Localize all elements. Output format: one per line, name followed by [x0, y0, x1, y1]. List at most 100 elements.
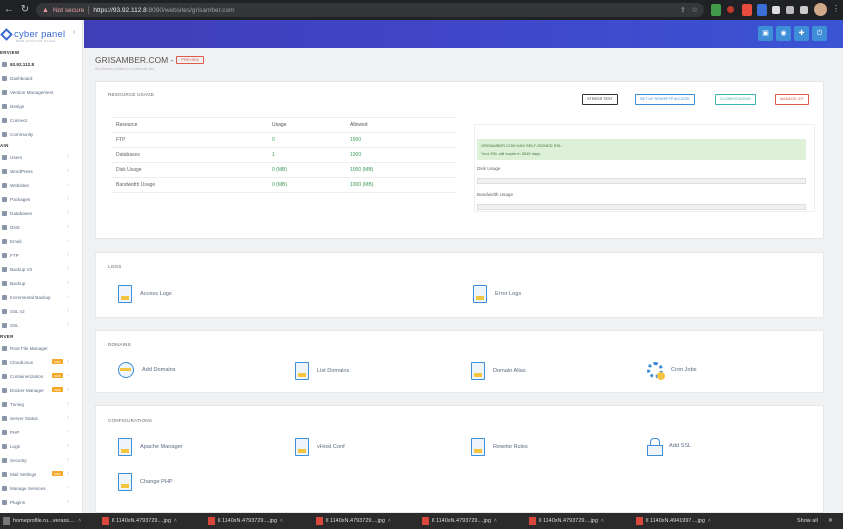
chevron-up-icon[interactable]: ˄	[388, 518, 391, 524]
sidebar-item-root-file-manager[interactable]: Root File Manager	[0, 341, 82, 355]
sidebar-item-tuning[interactable]: Tuning ›	[0, 397, 82, 411]
sidebar-item-label: Websites	[10, 182, 29, 188]
sidebar-item-ip[interactable]: 93.92.112.8	[0, 57, 82, 71]
download-item[interactable]: ll 1140xN.4793729....jpg ˄	[422, 516, 497, 526]
sidebar-item-logs[interactable]: Logs ›	[0, 439, 82, 453]
domain-alias-link[interactable]: Domain Alias	[471, 362, 526, 380]
chevron-up-icon[interactable]: ˄	[494, 518, 497, 524]
access-logs-link[interactable]: Access Logs	[118, 285, 172, 303]
sidebar-item-label: Design	[10, 103, 25, 109]
chevron-up-icon[interactable]: ˄	[174, 518, 177, 524]
download-filename: homeprofile.ru...verass....	[13, 518, 76, 524]
collapse-sidebar-icon[interactable]: ‹	[73, 29, 75, 36]
star-icon[interactable]: ☆	[692, 6, 698, 14]
sidebar-item-wordpress[interactable]: WordPress ›	[0, 164, 82, 178]
more-icon[interactable]: ⋮	[832, 4, 840, 13]
power-icon[interactable]: ⏻	[812, 26, 827, 41]
download-item[interactable]: ll 1140xN.4793729....jpg ˄	[102, 516, 177, 526]
list-domains-label: List Domains	[317, 368, 350, 374]
chevron-right-icon: ›	[67, 196, 69, 202]
sidebar-item-packages[interactable]: Packages ›	[0, 192, 82, 206]
sidebar-item-email[interactable]: Email ›	[0, 234, 82, 248]
cron-jobs-link[interactable]: Cron Jobs	[647, 362, 697, 380]
shopping-icon[interactable]: ▣	[758, 26, 773, 41]
add-ssl-link[interactable]: Add SSL	[647, 438, 691, 456]
sidebar-item-ftp[interactable]: FTP ›	[0, 248, 82, 262]
chevron-up-icon[interactable]: ˄	[78, 518, 81, 524]
vhost-conf-link[interactable]: vHost Conf	[295, 438, 345, 456]
sidebar-item-ssl-v2[interactable]: SSL v2 ›	[0, 304, 82, 318]
chevron-up-icon[interactable]: ˄	[280, 518, 283, 524]
sidebar-item-backup[interactable]: Backup ›	[0, 276, 82, 290]
sidebar-item-manage-services[interactable]: Manage Services ›	[0, 481, 82, 495]
configurations-title: CONFIGURATIONS	[108, 418, 153, 423]
sidebar-item-backup-v2[interactable]: Backup V2 ›	[0, 262, 82, 276]
chevron-up-icon[interactable]: ˄	[601, 518, 604, 524]
download-item[interactable]: ll 1140xN.4793729....jpg ˄	[316, 516, 391, 526]
sidebar-item-containerization[interactable]: Containerization NEW ›	[0, 369, 82, 383]
download-item[interactable]: ll 1140xN.4793729....jpg ˄	[208, 516, 283, 526]
sidebar-item-incremental-backup[interactable]: Incremental Backup ›	[0, 290, 82, 304]
server-status-icon	[2, 415, 7, 421]
extension-icon[interactable]	[727, 6, 734, 13]
download-item[interactable]: ll 1140xN.4793729....jpg ˄	[529, 516, 604, 526]
download-item[interactable]: homeprofile.ru...verass.... ˄	[3, 516, 81, 526]
sidebar-item-databases[interactable]: Databases ›	[0, 206, 82, 220]
chat-icon[interactable]: ◉	[776, 26, 791, 41]
puzzle-icon[interactable]	[772, 6, 780, 14]
share-icon[interactable]: ⇪	[680, 6, 686, 14]
sidebar-item-ssl[interactable]: SSL ›	[0, 318, 82, 332]
sidebar-toggle-icon[interactable]	[800, 6, 808, 14]
list-domains-link[interactable]: List Domains	[295, 362, 349, 380]
sidebar-item-version-management[interactable]: Version Management	[0, 85, 82, 99]
add-domains-link[interactable]: Add Domains	[118, 362, 176, 378]
clone-staging-button[interactable]: CLONE/STAGING	[715, 94, 756, 105]
sidebar-item-community[interactable]: Community	[0, 127, 82, 141]
sidebar-item-connect[interactable]: Connect	[0, 113, 82, 127]
profile-avatar[interactable]	[814, 3, 827, 16]
show-all-button[interactable]: Show all	[797, 518, 818, 524]
sidebar-item-security[interactable]: Security ›	[0, 453, 82, 467]
list-icon	[295, 362, 309, 380]
sidebar-item-websites[interactable]: Websites ›	[0, 178, 82, 192]
extension-icon[interactable]	[742, 4, 752, 16]
sidebar-item-design[interactable]: Design	[0, 99, 82, 113]
chevron-right-icon: ›	[67, 485, 69, 491]
sidebar-item-plugins[interactable]: Plugins ›	[0, 495, 82, 509]
address-bar[interactable]: ▲ Not secure https://93.92.112.8:8090/we…	[36, 3, 704, 17]
top-header: ▣ ◉ ✚ ⏻	[84, 20, 843, 48]
change-php-link[interactable]: Change PHP	[118, 473, 173, 491]
stress-test-button[interactable]: STRESS TEST	[582, 94, 618, 105]
ssh-access-button[interactable]: SET UP SSH/SFTP ACCESS	[635, 94, 695, 105]
sidebar-item-mail-settings[interactable]: Mail Settings NEW ›	[0, 467, 82, 481]
chevron-right-icon: ›	[67, 238, 69, 244]
globe-icon	[118, 362, 134, 378]
resource-cell: Disk Usage	[112, 162, 268, 178]
sidebar-item-php[interactable]: PHP ›	[0, 425, 82, 439]
not-secure-label: Not secure	[52, 6, 85, 14]
wordpress-icon	[2, 168, 7, 174]
sidebar-item-dashboard[interactable]: Dashboard	[0, 71, 82, 85]
logo[interactable]: cyber panel WEB HOSTING PANEL ‹	[0, 20, 82, 48]
sidebar-item-users[interactable]: Users ›	[0, 150, 82, 164]
extension-icon[interactable]	[711, 4, 721, 16]
support-icon[interactable]: ✚	[794, 26, 809, 41]
reload-icon[interactable]: ↻	[20, 5, 30, 15]
extension-icon[interactable]	[757, 4, 767, 16]
rewrite-rules-link[interactable]: Rewrite Rules	[471, 438, 528, 456]
error-logs-link[interactable]: Error Logs	[473, 285, 521, 303]
sidebar-item-docker-manager[interactable]: Docker Manager NEW ›	[0, 383, 82, 397]
sidebar-item-server-status[interactable]: Server Status ›	[0, 411, 82, 425]
manage-git-button[interactable]: MANAGE GIT	[775, 94, 809, 105]
download-item[interactable]: ll 1140xN.4941997....jpg ˄	[636, 516, 711, 526]
apache-manager-link[interactable]: Apache Manager	[118, 438, 183, 456]
chevron-right-icon: ›	[67, 210, 69, 216]
preview-button[interactable]: PREVIEW	[176, 56, 204, 64]
disk-usage-label: Disk Usage	[477, 166, 501, 171]
close-icon[interactable]: ✕	[828, 517, 833, 524]
media-icon[interactable]	[786, 6, 794, 14]
sidebar-item-dns[interactable]: DNS ›	[0, 220, 82, 234]
chevron-up-icon[interactable]: ˄	[708, 518, 711, 524]
sidebar-item-cloudlinux[interactable]: CloudLinux NEW ›	[0, 355, 82, 369]
back-icon[interactable]: ←	[4, 5, 14, 15]
